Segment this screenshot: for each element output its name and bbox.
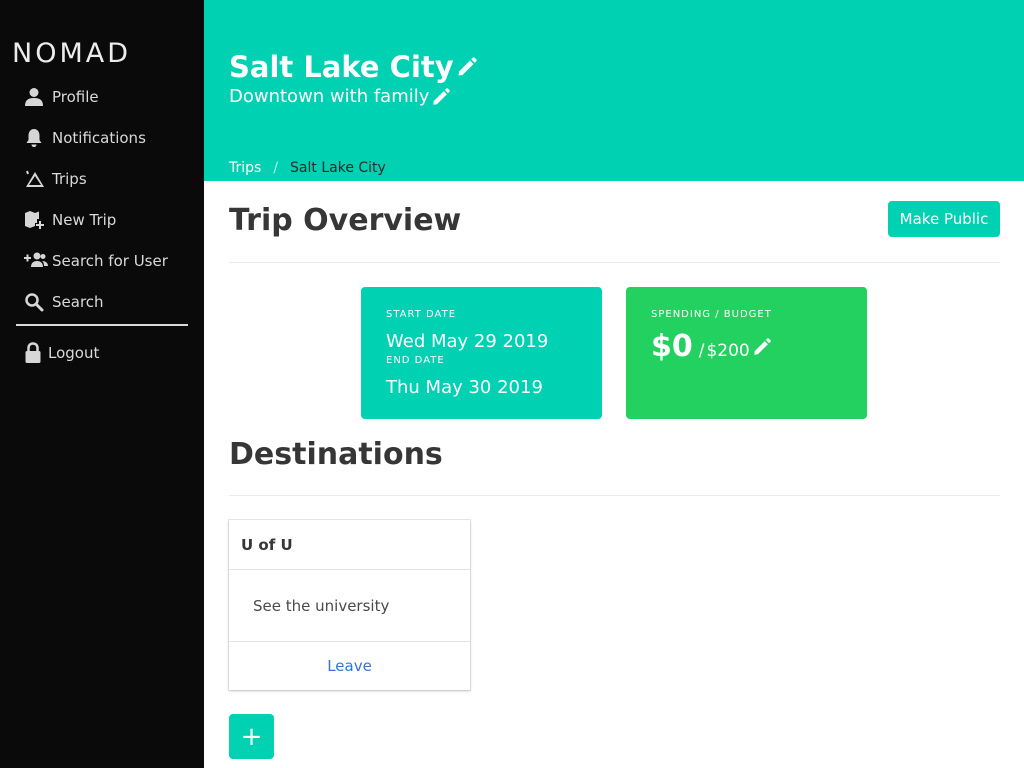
budget-line: $0 / $200 [651,329,772,364]
destination-card: U of U See the university Leave [229,520,470,690]
destination-description: See the university [253,596,390,615]
sidebar-item-label: Logout [48,344,100,362]
end-date-label: END DATE [386,355,445,366]
sidebar-item-label: Notifications [52,129,146,147]
overview-divider [229,262,1000,263]
budget-total: $200 [706,341,750,361]
trip-subtitle-text: Downtown with family [229,86,430,107]
sidebar-item-profile[interactable]: Profile [24,82,99,112]
edit-subtitle-pencil-icon[interactable] [431,87,451,107]
map-plus-icon [24,209,48,231]
sidebar-item-search-user[interactable]: Search for User [24,246,168,276]
sidebar-item-trips[interactable]: Trips [24,164,87,194]
destination-name: U of U [241,535,293,554]
bell-icon [24,127,48,149]
destination-card-footer: Leave [229,641,470,690]
breadcrumb-trips-link[interactable]: Trips [229,160,261,176]
destination-card-header: U of U [229,520,470,570]
trip-subtitle: Downtown with family [229,86,451,107]
sidebar-item-label: Search [52,293,104,311]
sidebar-item-logout[interactable]: Logout [24,338,99,368]
breadcrumb: Trips / Salt Lake City [229,160,386,176]
destinations-heading: Destinations [229,437,443,472]
breadcrumb-current: Salt Lake City [290,160,386,176]
budget-card: SPENDING / BUDGET $0 / $200 [626,287,867,419]
end-date-value: Thu May 30 2019 [386,377,543,398]
start-date-value: Wed May 29 2019 [386,331,549,352]
edit-budget-pencil-icon[interactable] [752,337,772,357]
sidebar-item-search[interactable]: Search [24,287,104,317]
destination-card-body: See the university [229,570,470,641]
trip-dates-card: START DATE Wed May 29 2019 END DATE Thu … [361,287,602,419]
trip-hero: Salt Lake City Downtown with family Trip… [204,0,1024,181]
destinations-divider [229,495,1000,496]
edit-title-pencil-icon[interactable] [456,56,478,78]
leave-destination-link[interactable]: Leave [327,657,372,675]
make-public-button[interactable]: Make Public [888,201,1000,237]
lock-icon [24,342,44,364]
sidebar-item-notifications[interactable]: Notifications [24,123,146,153]
trip-overview-heading: Trip Overview [229,203,462,238]
brand-logo: NOMAD [12,38,132,69]
sidebar-item-new-trip[interactable]: New Trip [24,205,116,235]
budget-separator: / [698,341,705,361]
sidebar-item-label: New Trip [52,211,117,229]
trip-title-text: Salt Lake City [229,50,454,84]
sidebar-item-label: Profile [52,88,99,106]
search-icon [24,291,48,313]
tent-icon [24,168,48,190]
user-icon [24,86,48,108]
breadcrumb-separator: / [273,160,279,176]
budget-label: SPENDING / BUDGET [651,309,772,320]
sidebar-item-label: Search for User [52,252,168,270]
start-date-label: START DATE [386,309,457,320]
trip-title: Salt Lake City [229,50,478,84]
sidebar-divider [16,324,188,326]
user-plus-icon [24,250,48,272]
add-destination-button[interactable]: + [229,714,274,759]
sidebar: NOMAD Profile Notifications Trips New Tr… [0,0,204,768]
sidebar-item-label: Trips [52,170,87,188]
budget-spent: $0 [651,329,693,364]
